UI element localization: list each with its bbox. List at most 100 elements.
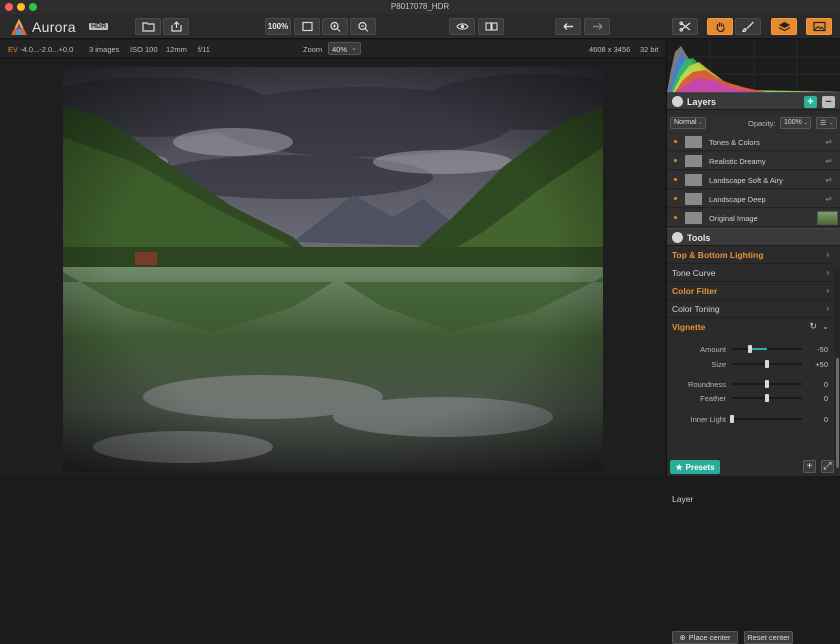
opacity-value: 100% [784, 119, 802, 126]
slider-knob[interactable] [765, 360, 769, 368]
vignette-slider[interactable]: Size +50 [667, 358, 834, 370]
layers-header[interactable]: Layers + − [667, 92, 840, 110]
crop-icon [678, 21, 690, 32]
chevron-down-icon: ⌄ [828, 120, 834, 126]
window-title: P8017078_HDR [390, 2, 450, 11]
hand-tool-icon [715, 22, 725, 32]
image-dimensions: 4608 x 3456 [589, 45, 631, 54]
slider-knob[interactable] [765, 380, 769, 388]
adjustments-icon[interactable]: ⇌ [825, 175, 832, 184]
zoom-100-button[interactable]: 100% [265, 18, 291, 35]
image-canvas[interactable] [0, 59, 666, 476]
blend-mode-value: Normal [674, 119, 697, 126]
slider-value: -50 [817, 345, 828, 354]
layer-mask-thumbnail [685, 193, 702, 205]
chevron-right-icon: › [826, 250, 829, 259]
vignette-slider[interactable]: Amount -50 [667, 343, 834, 355]
image-icon [812, 21, 826, 32]
slider-track[interactable] [732, 345, 802, 353]
hand-tool-button[interactable] [707, 18, 733, 35]
layers-button[interactable] [771, 18, 797, 35]
chevron-down-icon: ⌄ [822, 322, 829, 331]
target-icon: ⊕ [679, 633, 686, 642]
adjustments-icon[interactable]: ⇌ [825, 137, 832, 146]
tool-tone-curve[interactable]: Tone Curve › [667, 264, 834, 282]
opacity-select[interactable]: 100% ⌄ [780, 117, 811, 129]
layer-item[interactable]: Landscape Deep ⇌ [667, 190, 840, 208]
tool-name: Color Filter [672, 286, 718, 296]
aperture-value: f/11 [198, 45, 210, 54]
tool-name: Top & Bottom Lighting [672, 250, 764, 260]
right-panel: Layers + − Normal ⌄ Opacity: 100% ⌄ ☰ ⌄ … [666, 40, 840, 644]
chevron-down-icon: ⌄ [351, 45, 357, 52]
slider-track[interactable] [732, 380, 802, 388]
redo-button[interactable] [584, 18, 610, 35]
reset-icon[interactable]: ↻ [809, 321, 817, 332]
scrollbar-thumb[interactable] [836, 358, 839, 468]
remove-layer-button[interactable]: − [822, 96, 835, 108]
star-icon: ★ [675, 462, 683, 472]
layer-item[interactable]: Realistic Dreamy ⇌ [667, 152, 840, 170]
add-preset-button[interactable]: + [803, 460, 816, 473]
bit-depth: 32 bit [640, 45, 659, 54]
blend-mode-select[interactable]: Normal ⌄ [670, 117, 706, 129]
image-count: 3 images [89, 45, 120, 54]
fit-screen-button[interactable] [294, 18, 320, 35]
zoom-out-button[interactable] [350, 18, 376, 35]
tools-header[interactable]: Tools [667, 228, 840, 246]
tool-color-toning[interactable]: Color Toning › [667, 300, 834, 318]
add-layer-button[interactable]: + [804, 96, 817, 108]
presets-label: Presets [685, 462, 715, 472]
layer-menu-button[interactable]: ☰ ⌄ [816, 117, 837, 129]
reset-center-button[interactable]: Reset center [744, 631, 793, 644]
layer-item[interactable]: Landscape Soft & Airy ⇌ [667, 171, 840, 189]
layer-item[interactable]: Tones & Colors ⇌ [667, 133, 840, 151]
layer-mask-thumbnail [685, 174, 702, 186]
zoom-in-button[interactable] [322, 18, 348, 35]
tool-name: Color Toning [672, 304, 720, 314]
slider-label: Amount [700, 345, 726, 354]
slider-knob[interactable] [747, 345, 752, 353]
slider-track[interactable] [730, 415, 802, 423]
preview-toggle-button[interactable] [449, 18, 475, 35]
adjustments-icon[interactable]: ⇌ [825, 194, 832, 203]
crop-button[interactable] [672, 18, 698, 35]
tool-name: Tone Curve [672, 268, 716, 278]
vignette-slider[interactable]: Feather 0 [667, 392, 834, 404]
brush-button[interactable] [735, 18, 761, 35]
place-center-button[interactable]: ⊕ Place center [672, 631, 738, 644]
slider-knob[interactable] [730, 415, 734, 423]
vignette-slider[interactable]: Inner Light 0 [667, 413, 834, 425]
redo-icon [592, 23, 602, 30]
tool-color-filter[interactable]: Color Filter › [667, 282, 834, 300]
tool-vignette[interactable]: Vignette ↻ ⌄ [667, 318, 834, 336]
footer-bar: ★ Presets + ⤢ [0, 458, 840, 476]
histogram-graph [667, 40, 840, 92]
presets-button[interactable]: ★ Presets [670, 460, 720, 474]
image-panel-button[interactable] [806, 18, 832, 35]
hdr-photo[interactable] [63, 67, 603, 472]
slider-track[interactable] [732, 360, 802, 368]
vignette-slider[interactable]: Roundness 0 [667, 378, 834, 390]
compare-button[interactable] [478, 18, 504, 35]
collapse-icon[interactable]: ⤢ [821, 460, 834, 473]
adjustments-icon[interactable]: ⇌ [825, 156, 832, 165]
layer-mask-thumbnail [685, 212, 702, 224]
slider-track[interactable] [732, 394, 802, 402]
layers-section-icon [672, 96, 683, 107]
zoom-select[interactable]: 40% ⌄ [328, 42, 361, 55]
tool-next-section[interactable]: Layer [667, 490, 834, 508]
layer-name: Original Image [709, 214, 758, 223]
eye-icon [455, 23, 469, 30]
chevron-right-icon: › [826, 286, 829, 295]
slider-knob[interactable] [765, 394, 769, 402]
tool-top-bottom-lighting[interactable]: Top & Bottom Lighting › [667, 246, 834, 264]
undo-button[interactable] [555, 18, 581, 35]
open-file-button[interactable] [135, 18, 161, 35]
layer-item[interactable]: Original Image [667, 209, 840, 227]
app-name: Aurora [32, 19, 76, 35]
zoom-label: Zoom [303, 45, 323, 54]
tools-scrollbar[interactable] [834, 268, 840, 468]
iso-value: ISO 100 [130, 45, 158, 54]
share-button[interactable] [163, 18, 189, 35]
